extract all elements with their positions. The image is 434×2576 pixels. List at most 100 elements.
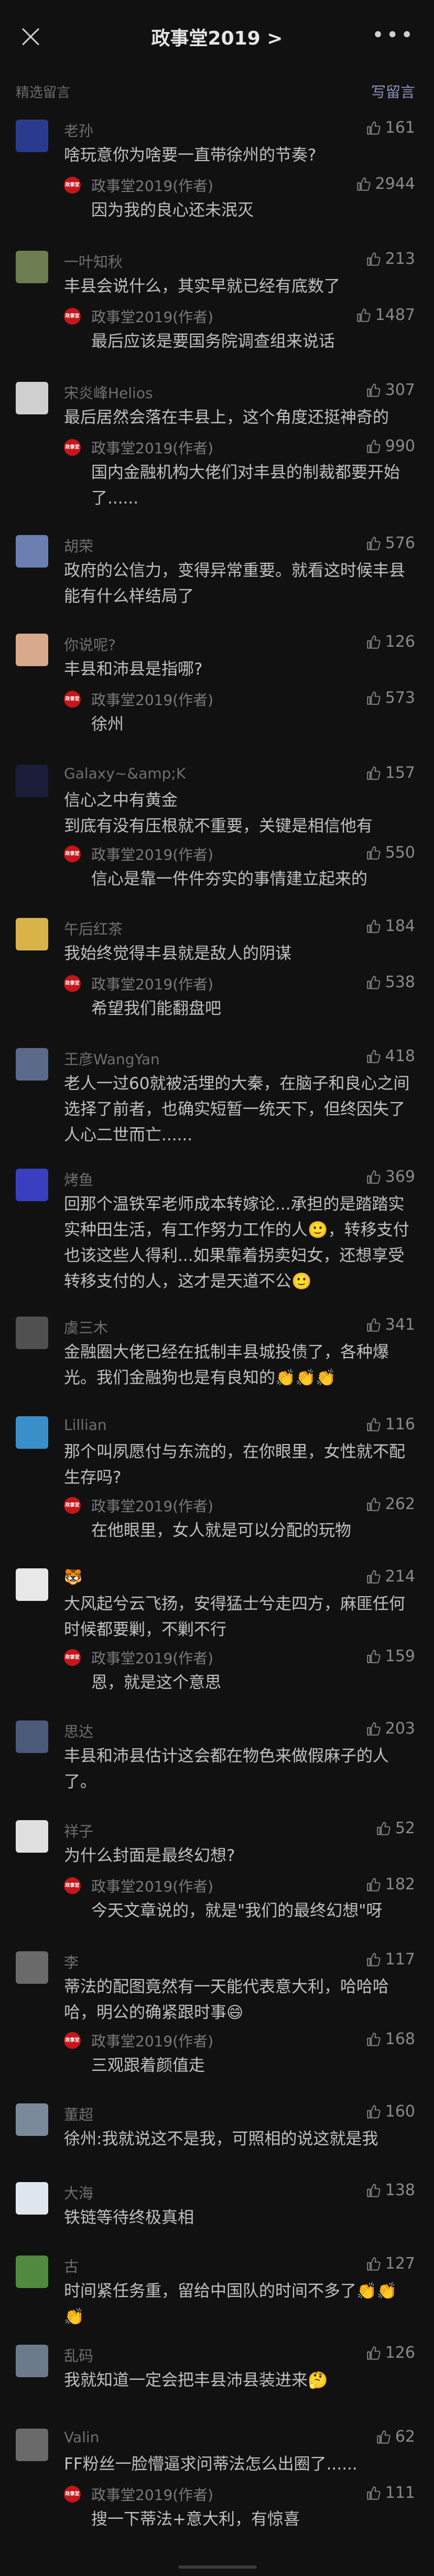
like-button[interactable]: 62: [376, 2428, 415, 2446]
avatar[interactable]: [16, 1720, 48, 1753]
like-button[interactable]: 161: [366, 119, 415, 137]
like-button[interactable]: 203: [366, 1719, 415, 1738]
like-button[interactable]: 307: [366, 381, 415, 399]
avatar[interactable]: [16, 918, 48, 950]
comment-username: 🐯: [64, 1568, 82, 1586]
avatar[interactable]: [16, 1048, 48, 1081]
home-indicator: [178, 2566, 257, 2569]
avatar[interactable]: [16, 2345, 48, 2377]
like-count: 341: [385, 1316, 415, 1334]
avatar[interactable]: [16, 1317, 48, 1349]
like-button[interactable]: 126: [366, 633, 415, 651]
comment-text: 我始终觉得丰县就是敌人的阴谋: [64, 944, 291, 963]
like-button[interactable]: 157: [366, 764, 415, 782]
reply-like-button[interactable]: 159: [366, 1647, 415, 1665]
thumbs-up-icon: [367, 1417, 381, 1431]
avatar[interactable]: [16, 382, 48, 414]
author-avatar: 政事堂: [64, 439, 81, 456]
write-comment-button[interactable]: 写留言: [371, 81, 415, 102]
thumbs-up-icon: [357, 177, 371, 191]
like-count: 203: [385, 1719, 415, 1738]
reply-like-button[interactable]: 182: [366, 1875, 415, 1894]
reply-like-count: 262: [385, 1495, 415, 1513]
comment-username: 乱码: [64, 2347, 94, 2365]
like-button[interactable]: 117: [366, 1950, 415, 1969]
comment-username: 午后红茶: [64, 921, 123, 938]
reply-like-count: 573: [385, 689, 415, 707]
reply-like-button[interactable]: 550: [366, 843, 415, 862]
reply-author: 政事堂2019(作者): [91, 177, 214, 195]
like-count: 369: [385, 1168, 415, 1186]
comment-username: 董超: [64, 2106, 94, 2123]
reply-like-button[interactable]: 111: [366, 2484, 415, 2502]
like-button[interactable]: 418: [366, 1047, 415, 1065]
avatar[interactable]: [16, 634, 48, 666]
reply-like-count: 182: [385, 1875, 415, 1894]
like-button[interactable]: 369: [366, 1168, 415, 1186]
like-button[interactable]: 116: [366, 1415, 415, 1434]
reply-like-count: 550: [385, 843, 415, 862]
thumbs-up-icon: [367, 1649, 381, 1663]
avatar[interactable]: [16, 1820, 48, 1853]
avatar[interactable]: [16, 1416, 48, 1449]
comment-username: 烤鱼: [64, 1171, 94, 1189]
thumbs-up-icon: [357, 308, 371, 322]
like-button[interactable]: 341: [366, 1316, 415, 1334]
thumbs-up-icon: [367, 1497, 381, 1511]
reply-like-count: 111: [385, 2484, 415, 2502]
reply-like-button[interactable]: 538: [366, 973, 415, 991]
avatar[interactable]: [16, 120, 48, 152]
like-button[interactable]: 213: [366, 250, 415, 268]
author-avatar: 政事堂: [64, 975, 81, 992]
reply-author: 政事堂2019(作者): [91, 1498, 214, 1515]
like-count: 160: [385, 2102, 415, 2121]
comment-text: 蒂法的配图竟然有一天能代表意大利，哈哈哈哈，明公的确紧跟时事😄: [64, 1978, 389, 2022]
like-button[interactable]: 127: [366, 2254, 415, 2273]
reply-like-button[interactable]: 262: [366, 1495, 415, 1513]
like-button[interactable]: 214: [366, 1567, 415, 1586]
like-button[interactable]: 52: [376, 1819, 415, 1837]
comment-username: Valin: [64, 2429, 100, 2446]
thumbs-up-icon: [367, 2257, 381, 2271]
comment-text: 金融圈大佬已经在抵制丰县城投债了，各种爆光。我们金融狗也是有良知的👏👏👏: [64, 1343, 389, 1387]
avatar[interactable]: [16, 2256, 48, 2288]
avatar[interactable]: [16, 765, 48, 797]
like-button[interactable]: 126: [366, 2344, 415, 2362]
like-count: 138: [385, 2181, 415, 2199]
reply-like-button[interactable]: 990: [366, 437, 415, 455]
comment-text: FF粉丝一脸懵逼求问蒂法怎么出圈了......: [64, 2455, 357, 2474]
author-avatar: 政事堂: [64, 1649, 81, 1666]
thumbs-up-icon: [377, 2430, 390, 2444]
avatar[interactable]: [16, 2429, 48, 2461]
avatar[interactable]: [16, 1951, 48, 1984]
avatar[interactable]: [16, 535, 48, 568]
reply-text: 希望我们能翻盘吧: [91, 999, 221, 1018]
reply-text: 恩，就是这个意思: [91, 1673, 221, 1692]
reply-like-button[interactable]: 168: [366, 2030, 415, 2048]
reply-like-button[interactable]: 573: [366, 689, 415, 707]
avatar[interactable]: [16, 1568, 48, 1601]
like-button[interactable]: 160: [366, 2102, 415, 2121]
article-title-link[interactable]: 政事堂2019 >: [0, 23, 434, 50]
like-button[interactable]: 184: [366, 917, 415, 935]
reply-like-button[interactable]: 1487: [356, 306, 415, 324]
section-header: 精选留言 写留言: [0, 78, 434, 109]
avatar[interactable]: [16, 251, 48, 283]
reply-author: 政事堂2019(作者): [91, 440, 214, 457]
avatar[interactable]: [16, 1169, 48, 1201]
reply-like-count: 1487: [375, 306, 415, 324]
like-count: 576: [385, 534, 415, 552]
like-count: 126: [385, 633, 415, 651]
like-count: 62: [395, 2428, 415, 2446]
more-icon[interactable]: •••: [372, 25, 415, 46]
comment-text: 徐州:我就说这不是我，可照相的说这就是我: [64, 2130, 378, 2149]
like-button[interactable]: 576: [366, 534, 415, 552]
reply-text: 今天文章说的，就是"我们的最终幻想"呀: [91, 1901, 383, 1920]
avatar[interactable]: [16, 2182, 48, 2215]
comment-text: 丰县会说什么，其实早就已经有底数了: [64, 277, 340, 296]
like-button[interactable]: 138: [366, 2181, 415, 2199]
avatar[interactable]: [16, 2103, 48, 2136]
thumbs-up-icon: [367, 383, 381, 397]
thumbs-up-icon: [367, 1952, 381, 1966]
reply-like-button[interactable]: 2944: [356, 175, 415, 193]
